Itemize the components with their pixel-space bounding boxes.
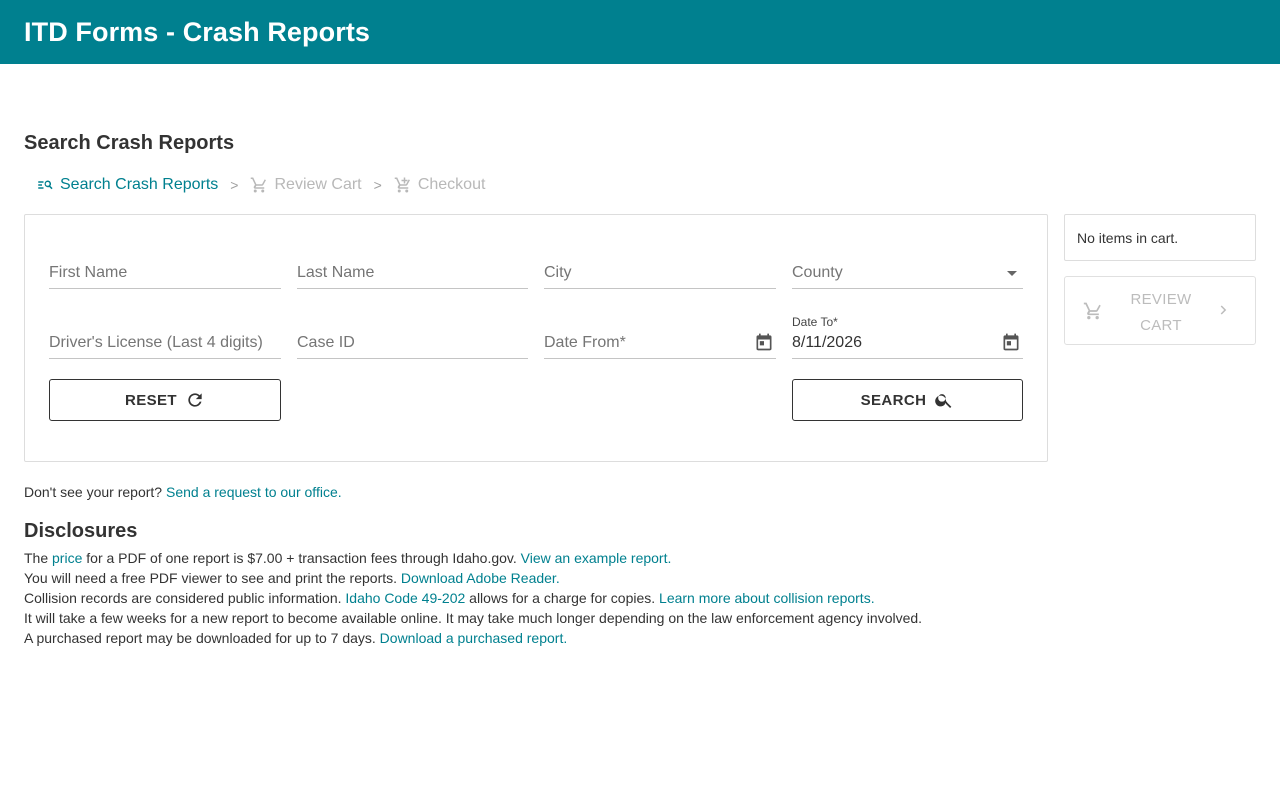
disclosure-text: for a PDF of one report is $7.00 + trans… xyxy=(86,550,517,566)
reset-button-label: RESET xyxy=(124,391,177,409)
city-field xyxy=(544,245,776,289)
checkout-steps: Search Crash Reports > Review Cart > Che… xyxy=(36,176,485,194)
download-purchased-report-link[interactable]: Download a purchased report. xyxy=(380,630,568,646)
disclosure-text: A purchased report may be downloaded for… xyxy=(24,630,376,646)
last-name-input[interactable] xyxy=(297,264,528,282)
last-name-field xyxy=(297,245,528,289)
app-title: ITD Forms - Crash Reports xyxy=(24,16,371,47)
cart-empty-text: No items in cart. xyxy=(1077,229,1179,246)
collision-reports-link[interactable]: Learn more about collision reports. xyxy=(659,590,875,606)
example-report-link[interactable]: View an example report. xyxy=(521,550,672,566)
review-cart-label: REVIEW CART xyxy=(1125,287,1197,339)
case-id-input[interactable] xyxy=(297,334,528,352)
city-input[interactable] xyxy=(544,264,776,282)
step-checkout: Checkout xyxy=(394,176,486,194)
review-cart-label-line1: REVIEW xyxy=(1130,291,1192,308)
step-review-cart: Review Cart xyxy=(250,176,362,194)
refresh-icon xyxy=(188,393,202,407)
date-to-label: Date To* xyxy=(792,315,838,329)
date-to-field: Date To* xyxy=(792,315,1023,359)
reset-button[interactable]: RESET xyxy=(49,379,281,421)
disclosures-list: The price for a PDF of one report is $7.… xyxy=(24,548,922,648)
send-request-link[interactable]: Send a request to our office. xyxy=(166,484,342,500)
drivers-license-field xyxy=(49,315,281,359)
adobe-reader-link[interactable]: Download Adobe Reader. xyxy=(401,570,560,586)
calendar-icon[interactable] xyxy=(1001,332,1021,352)
disclosure-text: You will need a free PDF viewer to see a… xyxy=(24,570,398,586)
step-search[interactable]: Search Crash Reports xyxy=(36,176,218,194)
search-icon xyxy=(935,394,952,408)
drivers-license-input[interactable] xyxy=(49,334,281,352)
chevron-right-icon xyxy=(1220,305,1227,315)
step-review-cart-label: Review Cart xyxy=(274,176,362,193)
review-cart-label-line2: CART xyxy=(1140,317,1182,334)
search-form-card: Date To* RESET SEARCH xyxy=(24,214,1048,462)
county-input[interactable] xyxy=(792,264,1023,282)
search-button-label: SEARCH xyxy=(860,391,927,409)
cart-checkout-icon xyxy=(394,177,410,193)
disclosure-line: It will take a few weeks for a new repor… xyxy=(24,608,922,628)
disclosure-line: The price for a PDF of one report is $7.… xyxy=(24,548,922,568)
search-button[interactable]: SEARCH xyxy=(792,379,1023,421)
first-name-input[interactable] xyxy=(49,264,281,282)
disclosure-text: It will take a few weeks for a new repor… xyxy=(24,610,923,626)
search-list-icon xyxy=(38,180,53,190)
cart-summary: No items in cart. xyxy=(1064,214,1256,261)
disclosure-text: The xyxy=(24,550,49,566)
disclosure-text: allows for a charge for copies. xyxy=(469,590,656,606)
price-link[interactable]: price xyxy=(52,550,82,566)
request-text: Don't see your report? xyxy=(24,484,163,500)
disclosure-text: Collision records are considered public … xyxy=(24,590,342,606)
page-title: Search Crash Reports xyxy=(24,132,235,154)
date-to-input[interactable] xyxy=(792,334,1023,352)
date-from-input[interactable] xyxy=(544,334,776,352)
date-from-field xyxy=(544,315,776,359)
chevron-down-icon[interactable] xyxy=(1007,271,1017,276)
calendar-icon[interactable] xyxy=(754,332,774,352)
step-separator: > xyxy=(373,177,382,193)
first-name-field xyxy=(49,245,281,289)
disclosure-line: You will need a free PDF viewer to see a… xyxy=(24,568,922,588)
disclosure-line: Collision records are considered public … xyxy=(24,588,922,608)
case-id-field xyxy=(297,315,528,359)
step-checkout-label: Checkout xyxy=(417,176,486,193)
disclosure-line: A purchased report may be downloaded for… xyxy=(24,628,922,648)
step-search-label: Search Crash Reports xyxy=(60,176,219,193)
disclosures-title: Disclosures xyxy=(24,520,138,542)
cart-icon xyxy=(1083,302,1101,320)
request-notice: Don't see your report? Send a request to… xyxy=(24,484,342,500)
county-select[interactable] xyxy=(792,245,1023,289)
review-cart-button[interactable]: REVIEW CART xyxy=(1064,276,1256,345)
idaho-code-link[interactable]: Idaho Code 49-202 xyxy=(345,590,465,606)
cart-icon xyxy=(251,177,267,193)
step-separator: > xyxy=(230,177,239,193)
app-header: ITD Forms - Crash Reports xyxy=(0,0,1280,64)
